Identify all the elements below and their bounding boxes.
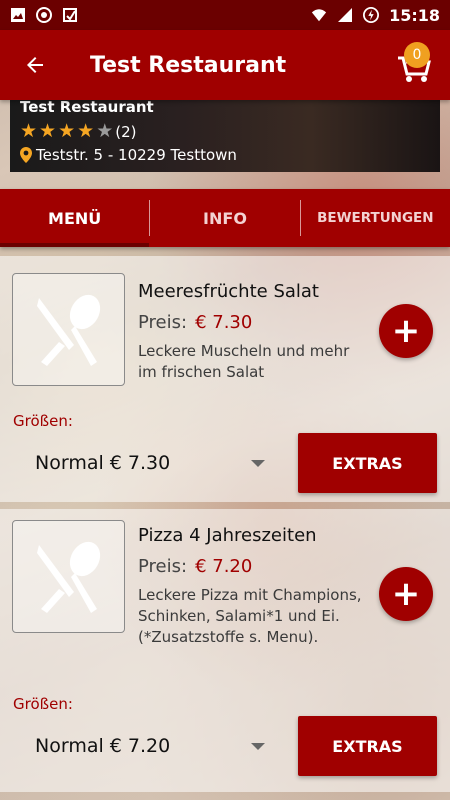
add-to-cart-button[interactable]: + [379,304,433,358]
extras-button[interactable]: EXTRAS [298,716,437,776]
chevron-down-icon [251,459,265,467]
size-value: Normal € 7.30 [35,452,171,474]
price-label: Preis: [138,312,188,333]
star-icon: ★ [58,120,76,142]
item-image-placeholder [12,273,125,386]
restaurant-header: Test Restaurant ★ ★ ★ ★ ★ (2) Teststr. 5… [10,98,440,172]
address-text: Teststr. 5 - 10229 Testtown [36,146,237,164]
item-name: Meeresfrüchte Salat [138,281,319,302]
item-price: Preis: € 7.30 [138,312,252,333]
plus-icon: + [391,311,421,351]
wifi-icon [311,7,327,23]
back-button[interactable] [0,30,70,100]
price-label: Preis: [138,556,188,577]
tab-menu[interactable]: MENÜ [0,189,150,247]
tab-info-label: INFO [203,208,247,228]
rating-count: (2) [115,122,137,141]
tab-reviews[interactable]: BEWERTUNGEN [301,189,450,247]
size-dropdown[interactable]: Normal € 7.30 [35,452,265,474]
sizes-label: Größen: [13,412,73,430]
image-icon [10,7,26,23]
price-value: € 7.20 [195,556,253,577]
app-icon [62,7,78,23]
menu-item: Meeresfrüchte Salat Preis: € 7.30 Lecker… [0,256,450,502]
battery-icon [363,7,380,23]
item-description: Leckere Pizza mit Champions, Schinken, S… [138,586,362,646]
star-icon: ★ [96,120,114,142]
item-image-placeholder [12,520,125,633]
record-icon [36,7,52,23]
add-to-cart-button[interactable]: + [379,567,433,621]
size-value: Normal € 7.20 [35,735,171,757]
star-icon: ★ [20,120,38,142]
menu-item: Pizza 4 Jahreszeiten Preis: € 7.20 Lecke… [0,509,450,792]
restaurant-address: Teststr. 5 - 10229 Testtown [20,146,237,164]
location-pin-icon [20,147,32,163]
star-icon: ★ [39,120,57,142]
price-value: € 7.30 [195,312,253,333]
tab-reviews-label: BEWERTUNGEN [317,210,434,226]
status-time: 15:18 [389,5,440,25]
size-dropdown[interactable]: Normal € 7.20 [35,735,265,757]
item-price: Preis: € 7.20 [138,556,252,577]
rating: ★ ★ ★ ★ ★ (2) [20,122,136,141]
signal-icon [337,7,353,23]
chevron-down-icon [251,742,265,750]
active-tab-indicator [0,243,150,247]
page-title: Test Restaurant [90,52,287,78]
tab-info[interactable]: INFO [150,189,299,247]
tab-bar: MENÜ INFO BEWERTUNGEN [0,189,450,247]
status-bar: 15:18 [0,0,450,30]
plus-icon: + [391,574,421,614]
star-icon: ★ [77,120,95,142]
extras-button[interactable]: EXTRAS [298,433,437,493]
cart-count-badge: 0 [404,42,430,68]
item-name: Pizza 4 Jahreszeiten [138,525,317,546]
cutlery-icon [36,541,100,613]
restaurant-name: Test Restaurant [20,98,154,116]
cutlery-icon [36,294,100,366]
item-description: Leckere Muscheln und mehr im frischen Sa… [138,342,350,381]
sizes-label: Größen: [13,695,73,713]
app-bar: Test Restaurant 0 [0,30,450,100]
arrow-back-icon [27,57,43,73]
tab-menu-label: MENÜ [48,208,102,228]
